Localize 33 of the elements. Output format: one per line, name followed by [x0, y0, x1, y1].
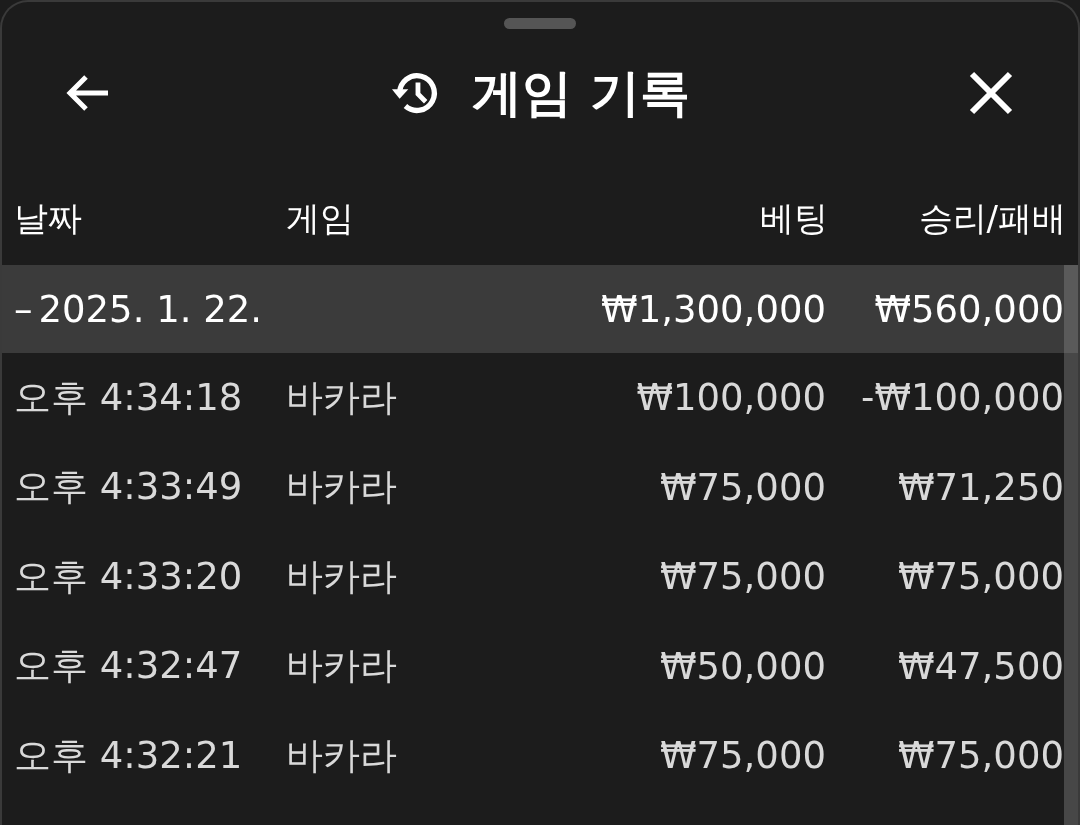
table-cell-text: ₩47,500	[896, 644, 1064, 688]
table-cell-text: 오후 4:33:20	[14, 553, 244, 600]
table-cell-text: 바카라	[286, 553, 398, 600]
table-cell-text: ₩50,000	[658, 644, 826, 688]
collapse-toggle[interactable]: –	[14, 287, 33, 331]
table-cell-text: 오후 4:34:18	[14, 374, 244, 421]
column-header[interactable]: 게임	[286, 196, 568, 242]
table-cell-text: 바카라	[286, 643, 398, 690]
window-title: 게임 기록	[472, 62, 690, 124]
table-cell-text: ₩75,000	[896, 555, 1064, 599]
group-date: 2025. 1. 22.	[38, 287, 263, 331]
table-cell-text: ₩71,250	[896, 465, 1064, 509]
table-cell-text: 바카라	[286, 374, 398, 421]
table-cell-text: 바카라	[286, 732, 398, 779]
column-header[interactable]: 승리/패배	[828, 196, 1066, 242]
drag-handle[interactable]	[504, 18, 576, 29]
date-group-row[interactable]: – 2025. 1. 22. ₩1,300,000 ₩560,000	[2, 265, 1064, 353]
column-header[interactable]: 날짜	[14, 196, 286, 242]
table-cell-text: ₩1,300,000	[600, 287, 826, 331]
table-cell-text: ₩75,000	[896, 734, 1064, 778]
table-cell-text: ₩75,000	[658, 734, 826, 778]
scrollbar[interactable]	[1064, 265, 1078, 825]
table-cell-text: -₩100,000	[860, 376, 1064, 420]
table-cell-text: 바카라	[286, 464, 398, 511]
column-header[interactable]: 베팅	[568, 196, 828, 242]
table-cell-text: 오후 4:33:49	[14, 464, 244, 511]
table-cell-text: ₩100,000	[635, 376, 826, 420]
table-cell-text: ₩75,000	[658, 465, 826, 509]
table-cell-text: 오후 4:32:21	[14, 732, 244, 779]
table-cell-text: ₩560,000	[873, 287, 1064, 331]
table-cell-text: ₩75,000	[658, 555, 826, 599]
table-cell-text: 오후 4:32:47	[14, 643, 244, 690]
close-icon[interactable]	[968, 70, 1014, 116]
